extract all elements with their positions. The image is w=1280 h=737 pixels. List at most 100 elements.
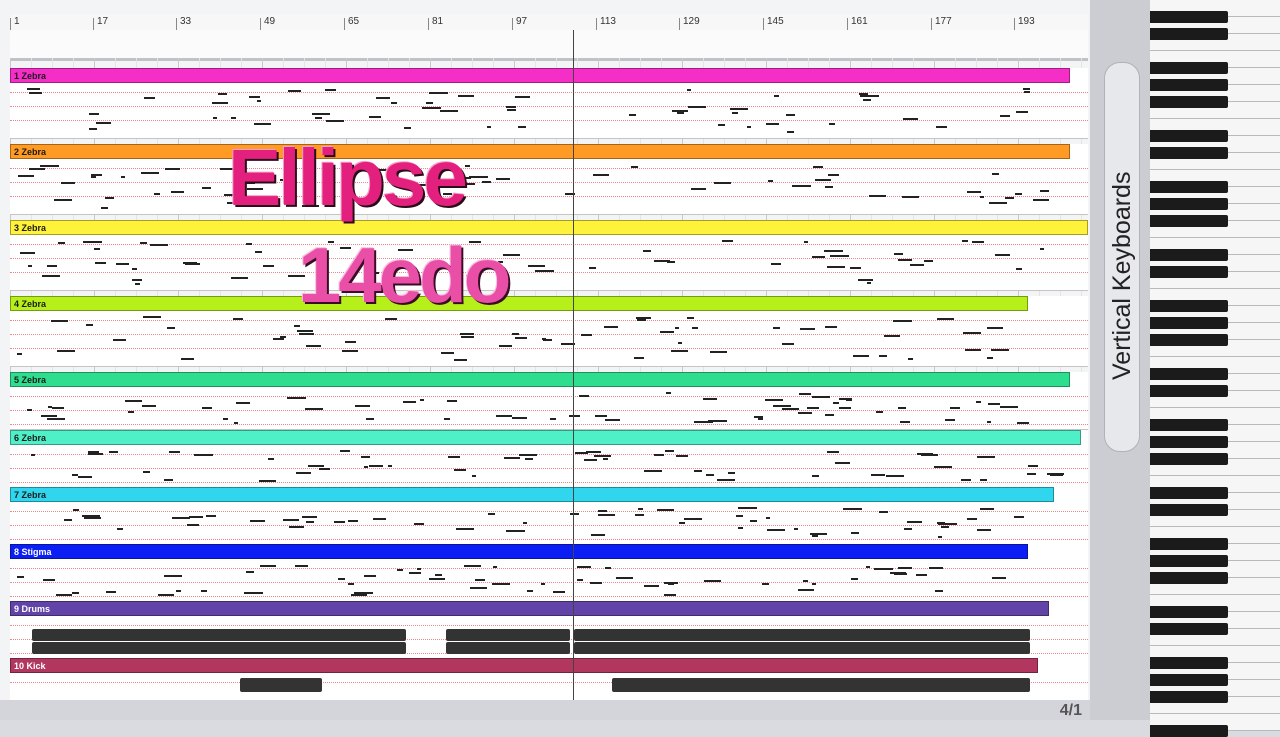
midi-note[interactable] [654, 260, 670, 262]
midi-note[interactable] [677, 112, 684, 114]
midi-note[interactable] [496, 178, 510, 180]
midi-note[interactable] [825, 186, 833, 188]
midi-note[interactable] [771, 263, 781, 265]
midi-note[interactable] [863, 99, 871, 101]
midi-note[interactable] [843, 508, 862, 510]
midi-note[interactable] [441, 352, 454, 354]
midi-note[interactable] [938, 536, 942, 538]
midi-note[interactable] [488, 513, 495, 515]
midi-note[interactable] [391, 102, 397, 104]
midi-note[interactable] [839, 407, 851, 409]
midi-note[interactable] [722, 240, 733, 242]
midi-note[interactable] [260, 565, 276, 567]
midi-note[interactable] [259, 480, 276, 482]
midi-note[interactable] [581, 334, 592, 336]
midi-note[interactable] [444, 418, 450, 420]
midi-note[interactable] [528, 265, 545, 267]
track-lane[interactable]: 4 Zebra [10, 296, 1088, 367]
midi-note[interactable] [504, 457, 520, 459]
midi-note[interactable] [460, 333, 474, 335]
midi-note[interactable] [782, 343, 794, 345]
track-lane[interactable]: 6 Zebra [10, 430, 1088, 488]
midi-note[interactable] [866, 566, 870, 568]
midi-note[interactable] [440, 110, 458, 112]
midi-note[interactable] [86, 324, 93, 326]
midi-note[interactable] [464, 565, 481, 567]
midi-note[interactable] [934, 466, 952, 468]
midi-note[interactable] [158, 594, 174, 596]
midi-note[interactable] [27, 409, 32, 411]
midi-note[interactable] [487, 126, 491, 128]
midi-note[interactable] [704, 580, 721, 582]
midi-note[interactable] [825, 326, 837, 328]
midi-note[interactable] [961, 479, 971, 481]
midi-note[interactable] [61, 182, 75, 184]
midi-note[interactable] [773, 405, 791, 407]
midi-note[interactable] [812, 535, 818, 537]
midi-note[interactable] [577, 566, 591, 568]
midi-note[interactable] [980, 196, 984, 198]
midi-note[interactable] [799, 393, 811, 395]
midi-note[interactable] [140, 242, 147, 244]
midi-note[interactable] [595, 415, 607, 417]
midi-note[interactable] [465, 165, 470, 167]
midi-note[interactable] [17, 353, 22, 355]
midi-note[interactable] [83, 241, 102, 243]
track-lane[interactable]: 2 Zebra [10, 144, 1088, 215]
black-key[interactable] [1150, 130, 1228, 142]
midi-note[interactable] [202, 407, 212, 409]
midi-note[interactable] [165, 168, 180, 170]
midi-note[interactable] [638, 508, 643, 510]
midi-note[interactable] [654, 454, 664, 456]
midi-note[interactable] [84, 517, 101, 519]
midi-note[interactable] [687, 89, 691, 91]
black-key[interactable] [1150, 198, 1228, 210]
midi-note[interactable] [995, 254, 1010, 256]
midi-note[interactable] [687, 317, 694, 319]
midi-note[interactable] [64, 519, 72, 521]
midi-note[interactable] [47, 265, 57, 267]
midi-note[interactable] [338, 578, 345, 580]
midi-note[interactable] [348, 583, 354, 585]
midi-note[interactable] [515, 96, 530, 98]
midi-note[interactable] [921, 454, 938, 456]
midi-note[interactable] [634, 357, 644, 359]
midi-note[interactable] [41, 415, 57, 417]
midi-note[interactable] [319, 468, 330, 470]
midi-note[interactable] [289, 526, 304, 528]
midi-note[interactable] [767, 529, 785, 531]
midi-note[interactable] [376, 97, 390, 99]
midi-note[interactable] [938, 523, 957, 525]
midi-note[interactable] [351, 594, 367, 596]
black-key[interactable] [1150, 436, 1228, 448]
midi-note[interactable] [236, 402, 250, 404]
midi-note[interactable] [827, 451, 839, 453]
midi-note[interactable] [643, 250, 651, 252]
midi-note[interactable] [18, 175, 34, 177]
midi-note[interactable] [189, 516, 203, 518]
midi-note[interactable] [469, 176, 488, 178]
midi-note[interactable] [458, 95, 474, 97]
midi-note[interactable] [798, 589, 814, 591]
midi-note[interactable] [185, 263, 200, 265]
midi-note[interactable] [454, 359, 467, 361]
midi-note[interactable] [718, 124, 725, 126]
midi-note[interactable] [426, 102, 433, 104]
midi-note[interactable] [967, 518, 977, 520]
midi-note[interactable] [40, 165, 59, 167]
midi-note[interactable] [904, 528, 912, 530]
black-key[interactable] [1150, 487, 1228, 499]
midi-note[interactable] [594, 455, 611, 457]
midi-note[interactable] [635, 514, 644, 516]
midi-note[interactable] [738, 527, 743, 529]
midi-note[interactable] [747, 126, 751, 128]
midi-note[interactable] [684, 518, 702, 520]
midi-note[interactable] [297, 330, 313, 332]
midi-note[interactable] [703, 398, 717, 400]
midi-note[interactable] [941, 526, 949, 528]
midi-note[interactable] [404, 127, 411, 129]
midi-note[interactable] [1016, 111, 1028, 113]
midi-note[interactable] [825, 414, 834, 416]
midi-note[interactable] [664, 594, 676, 596]
midi-note[interactable] [1014, 516, 1024, 518]
